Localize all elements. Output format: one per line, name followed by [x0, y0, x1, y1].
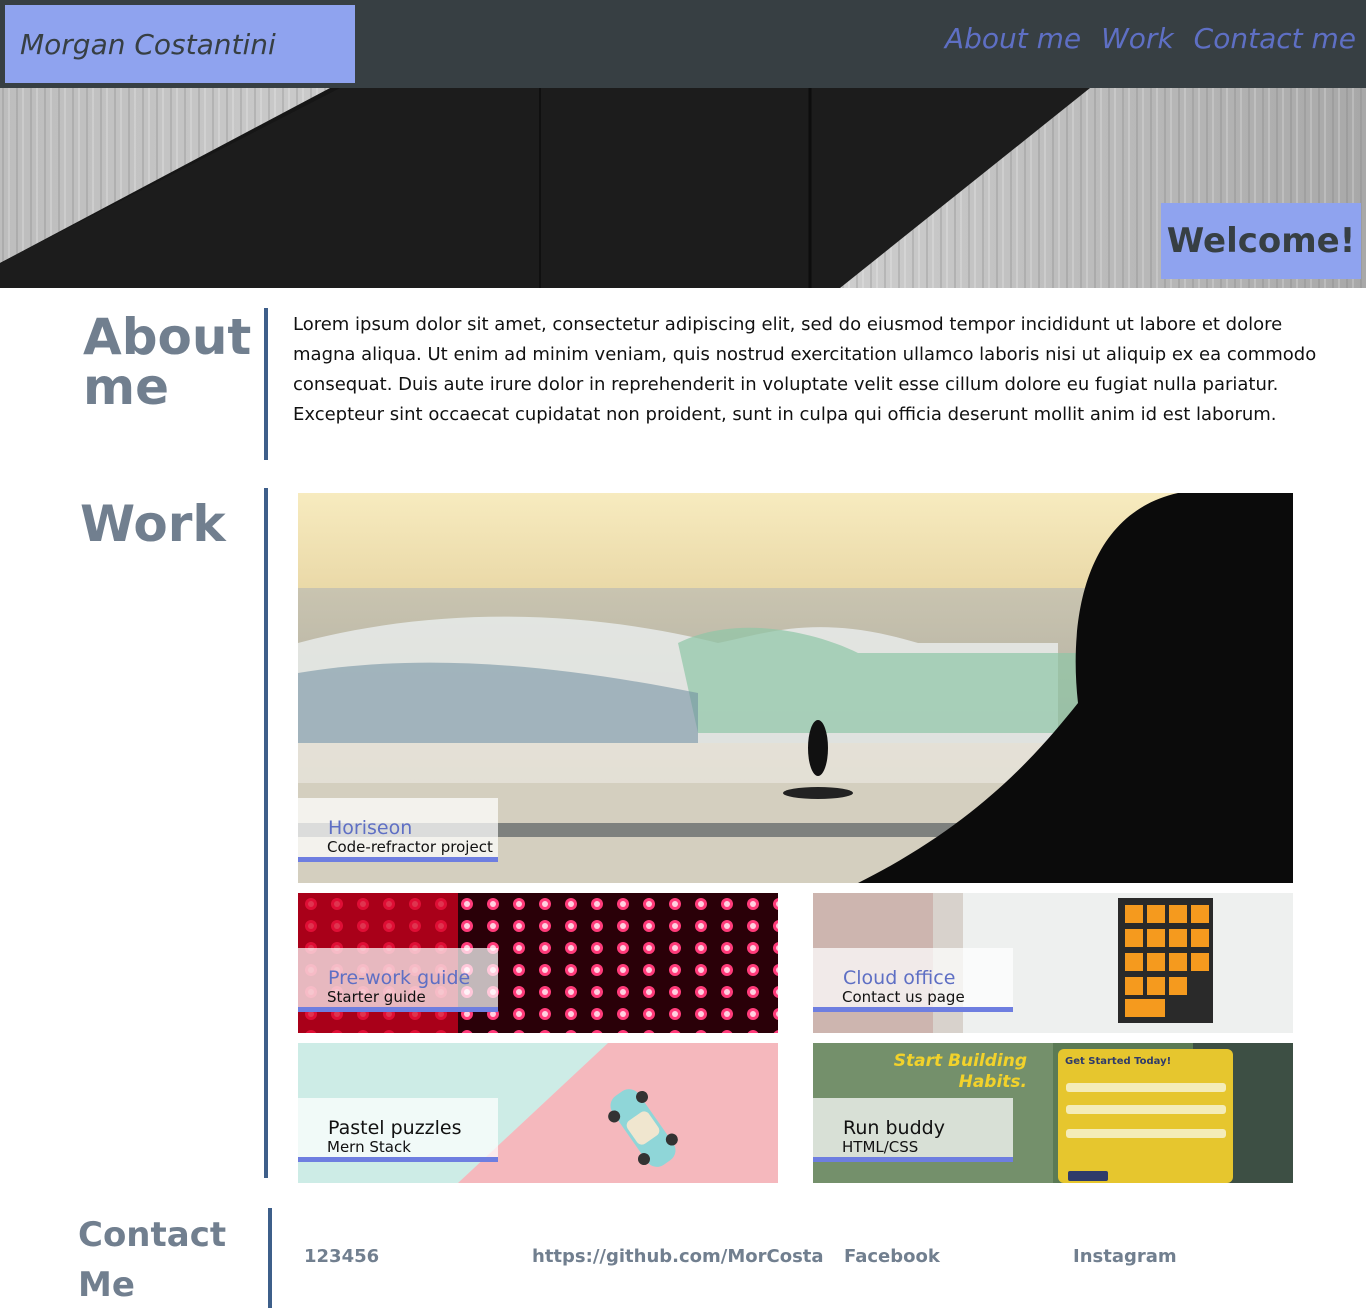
project-label-cloud-office: Cloud office Contact us page: [813, 948, 1013, 1012]
about-heading: About me: [83, 308, 252, 416]
nav-link-work[interactable]: Work: [1101, 22, 1174, 55]
brand-box: Morgan Costantini: [5, 5, 355, 83]
run-buddy-headline-2: Habits.: [959, 1072, 1027, 1092]
project-card-horiseon[interactable]: Horiseon Code-refractor project: [298, 493, 1293, 883]
brand-name: Morgan Costantini: [20, 27, 276, 61]
project-label-run-buddy: Run buddy HTML/CSS: [813, 1098, 1013, 1162]
project-title: Cloud office: [843, 967, 956, 989]
welcome-badge: Welcome!: [1161, 203, 1361, 279]
contact-heading: Contact Me: [78, 1215, 227, 1305]
work-heading: Work: [80, 495, 226, 553]
about-text: Lorem ipsum dolor sit amet, consectetur …: [293, 314, 1317, 425]
project-title: Pastel puzzles: [328, 1117, 462, 1139]
project-title: Horiseon: [328, 817, 413, 839]
project-card-pastel-puzzles[interactable]: Pastel puzzles Mern Stack: [298, 1043, 778, 1183]
contact-divider: [268, 1208, 272, 1308]
project-label-pastel-puzzles: Pastel puzzles Mern Stack: [298, 1098, 498, 1162]
project-subtitle: Starter guide: [327, 988, 426, 1006]
hero-banner: Welcome!: [0, 88, 1366, 288]
nav-link-about[interactable]: About me: [945, 22, 1081, 55]
contact-github[interactable]: https://github.com/MorCosta: [532, 1246, 824, 1267]
project-subtitle: Contact us page: [842, 988, 965, 1006]
project-subtitle: Code-refractor project: [327, 838, 493, 856]
project-subtitle: Mern Stack: [327, 1138, 411, 1156]
project-card-cloud-office[interactable]: Cloud office Contact us page: [813, 893, 1293, 1033]
project-label-horiseon: Horiseon Code-refractor project: [298, 798, 498, 862]
run-buddy-headline-1: Start Building: [894, 1051, 1027, 1071]
contact-facebook[interactable]: Facebook: [844, 1246, 940, 1267]
project-card-prework[interactable]: Pre-work guide Starter guide: [298, 893, 778, 1033]
run-buddy-form-title: Get Started Today!: [1065, 1056, 1171, 1067]
nav-link-contact[interactable]: Contact me: [1194, 22, 1356, 55]
work-divider: [264, 488, 268, 1178]
site-header: Morgan Costantini About me Work Contact …: [0, 0, 1366, 88]
contact-instagram[interactable]: Instagram: [1073, 1246, 1177, 1267]
project-card-run-buddy[interactable]: Get Started Today! Start Building Habits…: [813, 1043, 1293, 1183]
about-divider: [264, 308, 268, 460]
project-title: Pre-work guide: [328, 967, 471, 989]
project-subtitle: HTML/CSS: [842, 1138, 919, 1156]
project-title: Run buddy: [843, 1117, 945, 1139]
welcome-text: Welcome!: [1166, 221, 1356, 261]
main-nav: About me Work Contact me: [945, 22, 1356, 55]
contact-phone[interactable]: 123456: [304, 1246, 379, 1267]
project-label-prework: Pre-work guide Starter guide: [298, 948, 498, 1012]
